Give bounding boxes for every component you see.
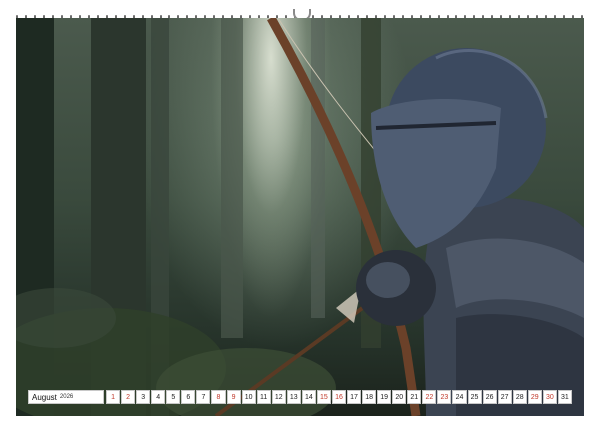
tree-trunk — [221, 18, 243, 338]
day-cell: 18 — [362, 390, 377, 404]
knight-archer-photo — [16, 18, 584, 416]
day-cell: 8 — [211, 390, 226, 404]
day-cell: 16 — [331, 390, 346, 404]
month-year: 2026 — [59, 394, 74, 400]
day-cell: 26 — [482, 390, 497, 404]
day-cell: 13 — [286, 390, 301, 404]
day-cells: 1 2 3 4 5 6 7 8 9 10 11 12 13 14 15 16 17 18 19 20 21 22 23 24 2… — [106, 390, 572, 404]
day-cell: 11 — [256, 390, 271, 404]
day-cell: 15 — [316, 390, 331, 404]
day-cell: 14 — [301, 390, 316, 404]
day-cell: 7 — [196, 390, 211, 404]
day-cell: 20 — [392, 390, 407, 404]
day-cell: 10 — [241, 390, 256, 404]
day-cell: 27 — [497, 390, 512, 404]
day-cell: 19 — [377, 390, 392, 404]
day-cell: 30 — [542, 390, 557, 404]
calendar-strip: August 2026 1 2 3 4 5 6 7 8 9 10 11 12 13 14 15 16 17 18 1… — [28, 390, 572, 404]
day-cell: 3 — [136, 390, 151, 404]
day-cell: 4 — [151, 390, 166, 404]
day-cell: 24 — [452, 390, 467, 404]
month-label-box: August 2026 — [28, 390, 104, 404]
day-cell: 9 — [226, 390, 241, 404]
day-cell: 1 — [106, 390, 121, 404]
day-cell: 2 — [121, 390, 136, 404]
day-cell: 12 — [271, 390, 286, 404]
day-cell: 6 — [181, 390, 196, 404]
month-name: August — [32, 392, 57, 402]
day-cell: 17 — [347, 390, 362, 404]
day-cell: 22 — [422, 390, 437, 404]
day-cell: 25 — [467, 390, 482, 404]
calendar-page: August 2026 1 2 3 4 5 6 7 8 9 10 11 12 13 14 15 16 17 18 1… — [0, 0, 600, 432]
day-cell: 21 — [407, 390, 422, 404]
day-cell: 23 — [437, 390, 452, 404]
tree-trunk — [311, 18, 325, 318]
day-cell: 31 — [557, 390, 572, 404]
day-cell: 5 — [166, 390, 181, 404]
photo-illustration — [16, 18, 584, 416]
gauntlet-plate — [366, 262, 410, 298]
day-cell: 28 — [512, 390, 527, 404]
day-cell: 29 — [527, 390, 542, 404]
